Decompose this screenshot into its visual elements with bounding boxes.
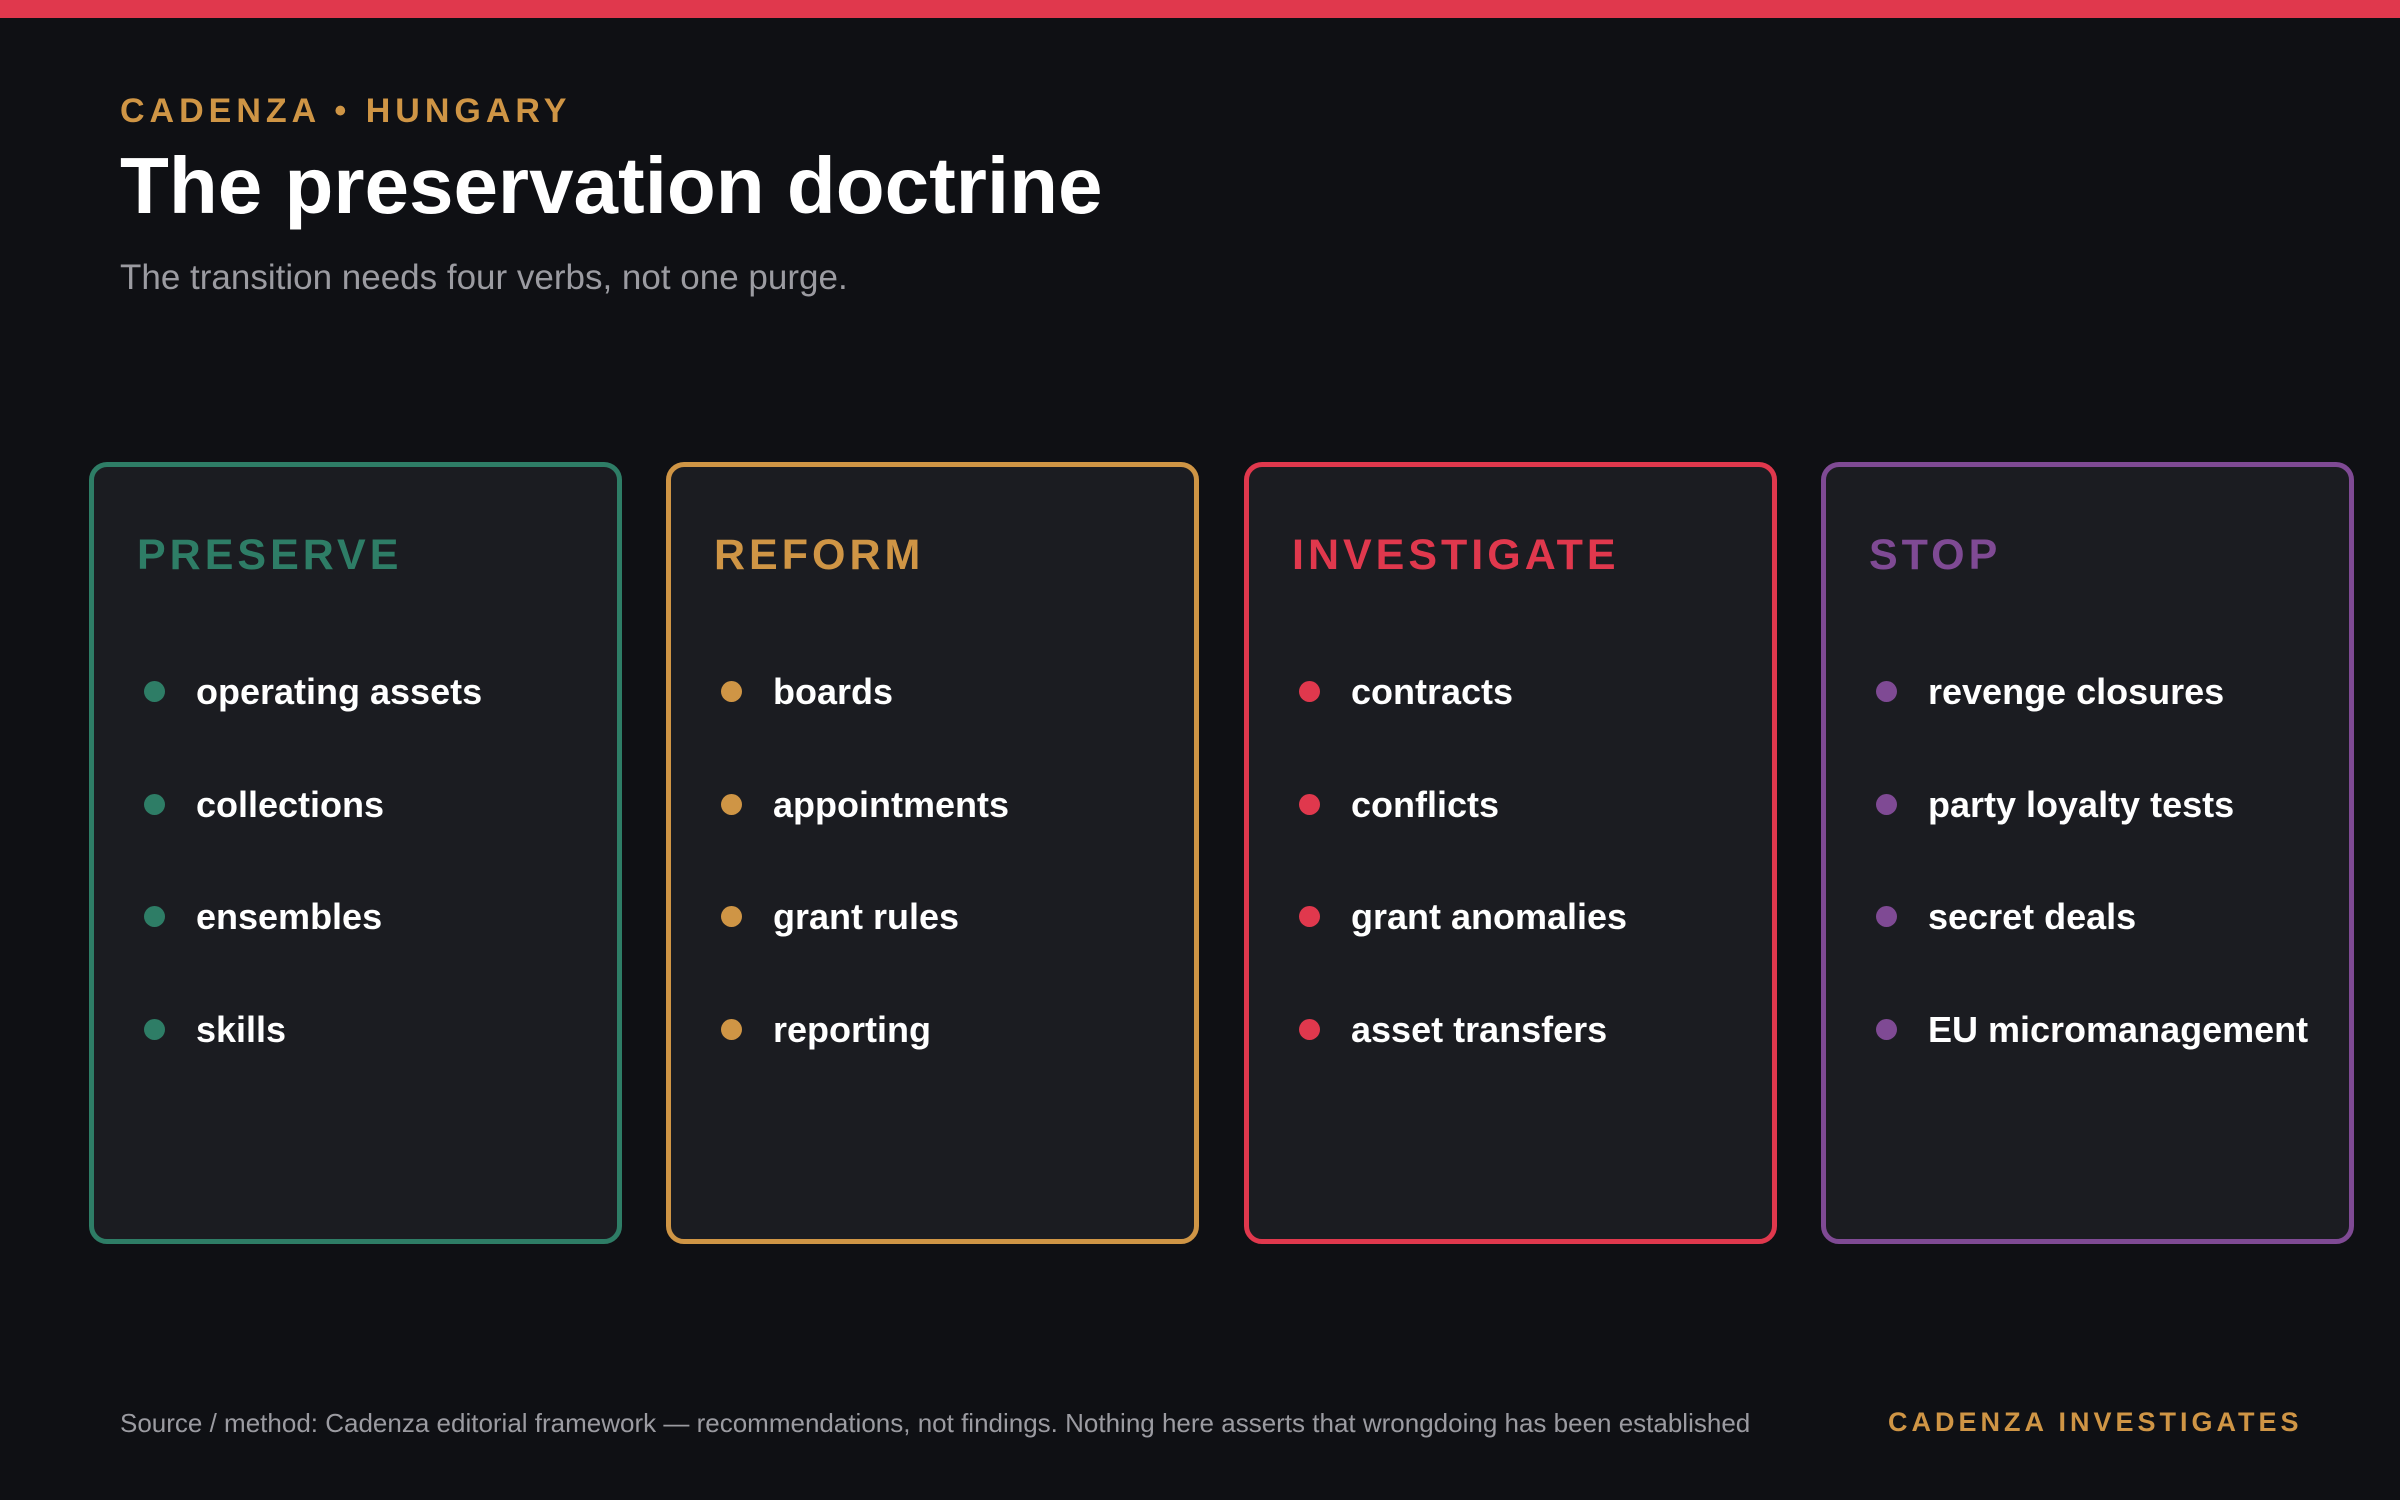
card-investigate: INVESTIGATE contracts conflicts grant an… bbox=[1244, 462, 1777, 1244]
list-item: operating assets bbox=[144, 673, 482, 786]
card-title: PRESERVE bbox=[137, 531, 403, 579]
bullet-dot-icon bbox=[144, 1018, 165, 1040]
list-item-label: secret deals bbox=[1928, 896, 2137, 937]
bullet-dot-icon bbox=[1876, 681, 1897, 702]
page-subtitle: The transition needs four verbs, not one… bbox=[120, 258, 848, 297]
list-item-label: collections bbox=[196, 783, 385, 825]
list-item-label: boards bbox=[773, 671, 894, 712]
footer-source-note: Source / method: Cadenza editorial frame… bbox=[120, 1408, 1751, 1438]
bullet-dot-icon bbox=[1299, 906, 1320, 927]
bullet-dot-icon bbox=[1299, 793, 1320, 815]
list-item-label: grant rules bbox=[773, 896, 960, 937]
list-item: conflicts bbox=[1299, 783, 1627, 899]
list-item: skills bbox=[144, 1008, 482, 1124]
footer-brand: CADENZA INVESTIGATES bbox=[1888, 1407, 2303, 1437]
list-item-label: contracts bbox=[1351, 671, 1514, 712]
bullet-dot-icon bbox=[1299, 681, 1320, 702]
list-item-label: party loyalty tests bbox=[1928, 783, 2235, 825]
card-preserve: PRESERVE operating assets collections en… bbox=[89, 462, 622, 1244]
list-item: contracts bbox=[1299, 673, 1627, 786]
card-list: operating assets collections ensembles s… bbox=[144, 673, 482, 1123]
list-item-label: grant anomalies bbox=[1351, 896, 1628, 937]
bullet-dot-icon bbox=[721, 681, 742, 702]
list-item-label: conflicts bbox=[1351, 783, 1500, 825]
bullet-dot-icon bbox=[721, 793, 742, 815]
bullet-dot-icon bbox=[1876, 793, 1897, 815]
list-item-label: revenge closures bbox=[1928, 671, 2225, 712]
card-list: revenge closures party loyalty tests sec… bbox=[1876, 673, 2308, 1123]
list-item: ensembles bbox=[144, 898, 482, 1011]
card-list: contracts conflicts grant anomalies asse… bbox=[1299, 673, 1627, 1123]
list-item: party loyalty tests bbox=[1876, 783, 2308, 899]
bullet-dot-icon bbox=[1299, 1018, 1320, 1040]
card-title: STOP bbox=[1869, 531, 2002, 579]
page-title: The preservation doctrine bbox=[120, 141, 1103, 230]
top-accent-bar bbox=[0, 0, 2400, 18]
list-item-label: ensembles bbox=[196, 896, 383, 937]
list-item-label: appointments bbox=[773, 783, 1010, 825]
card-title: REFORM bbox=[714, 531, 925, 579]
kicker: CADENZA • HUNGARY bbox=[120, 92, 572, 130]
bullet-dot-icon bbox=[144, 793, 165, 815]
list-item-label: asset transfers bbox=[1351, 1008, 1608, 1050]
list-item: revenge closures bbox=[1876, 673, 2308, 786]
list-item: boards bbox=[721, 673, 1009, 786]
list-item: grant anomalies bbox=[1299, 898, 1627, 1011]
list-item: collections bbox=[144, 783, 482, 899]
list-item-label: operating assets bbox=[196, 671, 483, 712]
card-list: boards appointments grant rules reportin… bbox=[721, 673, 1009, 1123]
bullet-dot-icon bbox=[1876, 1018, 1897, 1040]
list-item-label: skills bbox=[196, 1008, 287, 1050]
bullet-dot-icon bbox=[144, 681, 165, 702]
list-item: appointments bbox=[721, 783, 1010, 899]
card-reform: REFORM boards appointments grant rules r… bbox=[666, 462, 1199, 1244]
list-item: reporting bbox=[721, 1008, 1009, 1124]
bullet-dot-icon bbox=[721, 1018, 742, 1040]
list-item-label: reporting bbox=[773, 1008, 931, 1050]
list-item: asset transfers bbox=[1299, 1008, 1627, 1124]
list-item: secret deals bbox=[1876, 898, 2308, 1011]
list-item: EU micromanagement bbox=[1876, 1008, 2309, 1124]
bullet-dot-icon bbox=[144, 906, 165, 927]
list-item: grant rules bbox=[721, 898, 1009, 1011]
card-stop: STOP revenge closures party loyalty test… bbox=[1821, 462, 2354, 1244]
list-item-label: EU micromanagement bbox=[1928, 1008, 2309, 1050]
card-title: INVESTIGATE bbox=[1292, 531, 1620, 579]
bullet-dot-icon bbox=[721, 906, 742, 927]
bullet-dot-icon bbox=[1876, 906, 1897, 927]
